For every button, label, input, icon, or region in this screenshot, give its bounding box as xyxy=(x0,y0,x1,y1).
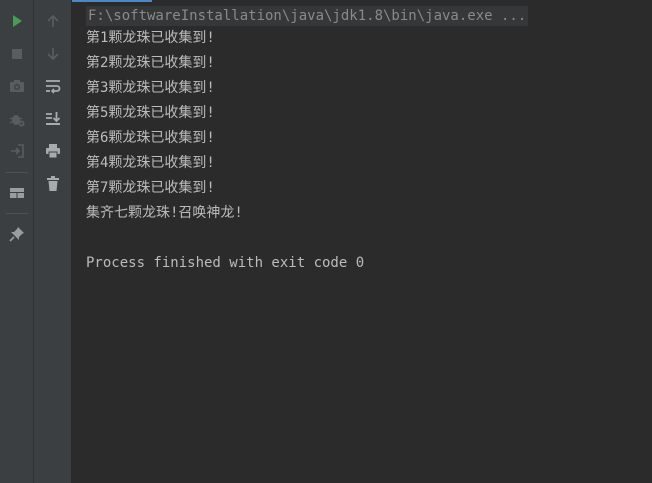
output-line: 第4颗龙珠已收集到! xyxy=(86,155,215,171)
soft-wrap-icon xyxy=(45,80,60,94)
next-occurrence-button[interactable] xyxy=(41,42,65,66)
output-line: 第2颗龙珠已收集到! xyxy=(86,55,215,71)
output-line: 第5颗龙珠已收集到! xyxy=(86,105,215,121)
print-button[interactable] xyxy=(41,139,65,163)
previous-occurrence-button[interactable] xyxy=(41,9,65,33)
command-line[interactable]: F:\softwareInstallation\java\jdk1.8\bin\… xyxy=(86,6,529,26)
camera-icon xyxy=(9,80,24,92)
console-output[interactable]: F:\softwareInstallation\java\jdk1.8\bin\… xyxy=(72,0,652,483)
soft-wrap-button[interactable] xyxy=(41,74,65,98)
run-toolbar-right xyxy=(34,0,72,483)
print-icon xyxy=(45,144,60,159)
toolbar-separator xyxy=(5,171,28,173)
stop-icon xyxy=(11,48,22,59)
clear-all-button[interactable] xyxy=(41,172,65,196)
rerun-button[interactable] xyxy=(5,9,29,33)
run-toolbar-left xyxy=(0,0,34,483)
pin-tab-button[interactable] xyxy=(5,222,29,246)
output-line: 第3颗龙珠已收集到! xyxy=(86,80,215,96)
pin-icon xyxy=(8,227,24,242)
debug-settings-button[interactable] xyxy=(5,107,29,131)
toolbar-separator xyxy=(5,213,28,214)
scroll-to-end-icon xyxy=(45,111,60,125)
login-icon xyxy=(10,144,24,158)
restore-layout-button[interactable] xyxy=(5,139,29,163)
output-line: 第6颗龙珠已收集到! xyxy=(86,130,215,146)
layout-icon xyxy=(9,187,24,198)
output-line: 第1颗龙珠已收集到! xyxy=(86,30,215,46)
scroll-to-end-button[interactable] xyxy=(41,107,65,131)
output-line: 第7颗龙珠已收集到! xyxy=(86,180,215,196)
run-tool-window: F:\softwareInstallation\java\jdk1.8\bin\… xyxy=(0,0,652,483)
exit-message: Process finished with exit code 0 xyxy=(86,255,365,271)
run-icon xyxy=(12,15,22,27)
debug-settings-icon xyxy=(9,114,24,126)
arrow-down-icon xyxy=(46,47,59,60)
trash-icon xyxy=(46,175,59,191)
output-line: 集齐七颗龙珠!召唤神龙! xyxy=(86,205,243,221)
stop-button[interactable] xyxy=(5,42,29,66)
layout-button[interactable] xyxy=(5,181,29,205)
dump-threads-button[interactable] xyxy=(5,74,29,98)
arrow-up-icon xyxy=(46,14,59,27)
